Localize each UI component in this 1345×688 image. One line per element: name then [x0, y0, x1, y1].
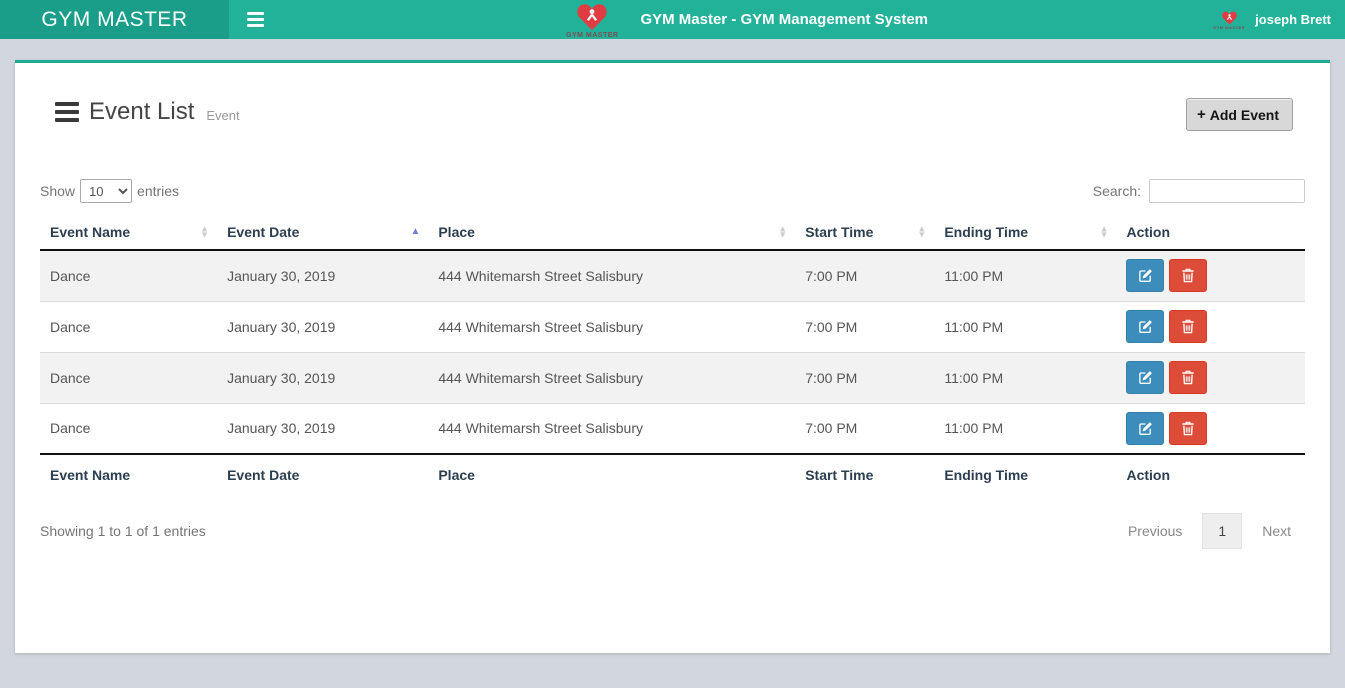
- page-header: Event List Event + Add Event: [55, 98, 1305, 131]
- edit-pencil-icon: [1138, 370, 1153, 385]
- heart-logo-icon: [577, 3, 607, 31]
- cell-place: 444 Whitemarsh Street Salisbury: [428, 403, 795, 454]
- table-header-row: Event Name Event Date Place Start Time E…: [40, 215, 1305, 250]
- cell-action: [1116, 250, 1305, 301]
- cell-event-name: Dance: [40, 352, 217, 403]
- page-length-select[interactable]: 10: [80, 179, 132, 203]
- cell-ending-time: 11:00 PM: [934, 403, 1116, 454]
- sort-both-icon: [917, 226, 926, 237]
- entries-info: Showing 1 to 1 of 1 entries: [40, 523, 206, 539]
- next-page-button[interactable]: Next: [1248, 514, 1305, 548]
- cell-place: 444 Whitemarsh Street Salisbury: [428, 352, 795, 403]
- header-place[interactable]: Place: [428, 215, 795, 250]
- entries-label: entries: [137, 183, 179, 199]
- edit-event-button[interactable]: [1126, 361, 1164, 394]
- cell-place: 444 Whitemarsh Street Salisbury: [428, 301, 795, 352]
- delete-event-button[interactable]: [1169, 310, 1207, 343]
- pagination: Previous 1 Next: [1114, 513, 1305, 549]
- cell-ending-time: 11:00 PM: [934, 352, 1116, 403]
- footer-action: Action: [1116, 454, 1305, 495]
- cell-event-name: Dance: [40, 301, 217, 352]
- page-subtitle: Event: [206, 102, 239, 123]
- navbar-center: GYM MASTER GYM Master - GYM Management S…: [281, 0, 1213, 39]
- cell-start-time: 7:00 PM: [795, 301, 934, 352]
- header-action: Action: [1116, 215, 1305, 250]
- delete-event-button[interactable]: [1169, 361, 1207, 394]
- top-navbar: GYM MASTER GYM MASTER GYM Master - GYM M…: [0, 0, 1345, 39]
- hamburger-icon: [247, 12, 264, 27]
- search-label: Search:: [1093, 183, 1141, 199]
- edit-pencil-icon: [1138, 319, 1153, 334]
- cell-ending-time: 11:00 PM: [934, 301, 1116, 352]
- add-event-button[interactable]: + Add Event: [1186, 98, 1293, 131]
- cell-action: [1116, 403, 1305, 454]
- user-avatar-logo: GYM MASTER: [1213, 11, 1245, 30]
- trash-icon: [1181, 268, 1195, 283]
- page-number-button[interactable]: 1: [1202, 513, 1242, 549]
- sort-both-icon: [200, 226, 209, 237]
- trash-icon: [1181, 319, 1195, 334]
- table-footer-row: Event Name Event Date Place Start Time E…: [40, 454, 1305, 495]
- username-label: joseph Brett: [1255, 12, 1331, 27]
- brand-link[interactable]: GYM MASTER: [0, 0, 229, 39]
- event-table: Event Name Event Date Place Start Time E…: [40, 215, 1305, 495]
- table-controls: Show 10 entries Search:: [40, 179, 1305, 203]
- show-label: Show: [40, 183, 75, 199]
- edit-pencil-icon: [1138, 421, 1153, 436]
- table-body: Dance January 30, 2019 444 Whitemarsh St…: [40, 250, 1305, 454]
- table-row: Dance January 30, 2019 444 Whitemarsh St…: [40, 250, 1305, 301]
- list-menu-icon: [55, 102, 79, 122]
- header-ending-time[interactable]: Ending Time: [934, 215, 1116, 250]
- cell-start-time: 7:00 PM: [795, 403, 934, 454]
- table-row: Dance January 30, 2019 444 Whitemarsh St…: [40, 403, 1305, 454]
- previous-page-button[interactable]: Previous: [1114, 514, 1196, 548]
- cell-event-date: January 30, 2019: [217, 352, 428, 403]
- header-event-date[interactable]: Event Date: [217, 215, 428, 250]
- footer-ending-time: Ending Time: [934, 454, 1116, 495]
- cell-event-name: Dance: [40, 403, 217, 454]
- plus-icon: +: [1197, 106, 1206, 123]
- edit-event-button[interactable]: [1126, 412, 1164, 445]
- footer-event-name: Event Name: [40, 454, 217, 495]
- table-info-bar: Showing 1 to 1 of 1 entries Previous 1 N…: [40, 513, 1305, 549]
- cell-event-date: January 30, 2019: [217, 403, 428, 454]
- app-title: GYM Master - GYM Management System: [640, 11, 928, 28]
- cell-action: [1116, 301, 1305, 352]
- add-event-label: Add Event: [1210, 107, 1279, 123]
- sort-both-icon: [778, 226, 787, 237]
- edit-event-button[interactable]: [1126, 259, 1164, 292]
- footer-place: Place: [428, 454, 795, 495]
- header-event-name[interactable]: Event Name: [40, 215, 217, 250]
- cell-event-date: January 30, 2019: [217, 250, 428, 301]
- content-card: Event List Event + Add Event Show 10 ent…: [15, 60, 1330, 653]
- delete-event-button[interactable]: [1169, 412, 1207, 445]
- edit-event-button[interactable]: [1126, 310, 1164, 343]
- sidebar-toggle-button[interactable]: [229, 0, 281, 39]
- footer-start-time: Start Time: [795, 454, 934, 495]
- table-row: Dance January 30, 2019 444 Whitemarsh St…: [40, 301, 1305, 352]
- trash-icon: [1181, 421, 1195, 436]
- edit-pencil-icon: [1138, 268, 1153, 283]
- delete-event-button[interactable]: [1169, 259, 1207, 292]
- header-start-time[interactable]: Start Time: [795, 215, 934, 250]
- app-logo: GYM MASTER: [566, 3, 618, 39]
- sort-asc-icon: [410, 229, 420, 235]
- cell-event-name: Dance: [40, 250, 217, 301]
- trash-icon: [1181, 370, 1195, 385]
- logo-caption-small: GYM MASTER: [1213, 26, 1245, 30]
- logo-caption: GYM MASTER: [566, 32, 618, 39]
- footer-event-date: Event Date: [217, 454, 428, 495]
- table-row: Dance January 30, 2019 444 Whitemarsh St…: [40, 352, 1305, 403]
- sort-both-icon: [1100, 226, 1109, 237]
- cell-place: 444 Whitemarsh Street Salisbury: [428, 250, 795, 301]
- search-input[interactable]: [1149, 179, 1305, 203]
- cell-start-time: 7:00 PM: [795, 250, 934, 301]
- page-title: Event List: [89, 98, 194, 126]
- heart-logo-icon-small: [1222, 11, 1237, 25]
- user-menu[interactable]: GYM MASTER joseph Brett: [1213, 0, 1345, 39]
- cell-ending-time: 11:00 PM: [934, 250, 1116, 301]
- cell-action: [1116, 352, 1305, 403]
- cell-event-date: January 30, 2019: [217, 301, 428, 352]
- cell-start-time: 7:00 PM: [795, 352, 934, 403]
